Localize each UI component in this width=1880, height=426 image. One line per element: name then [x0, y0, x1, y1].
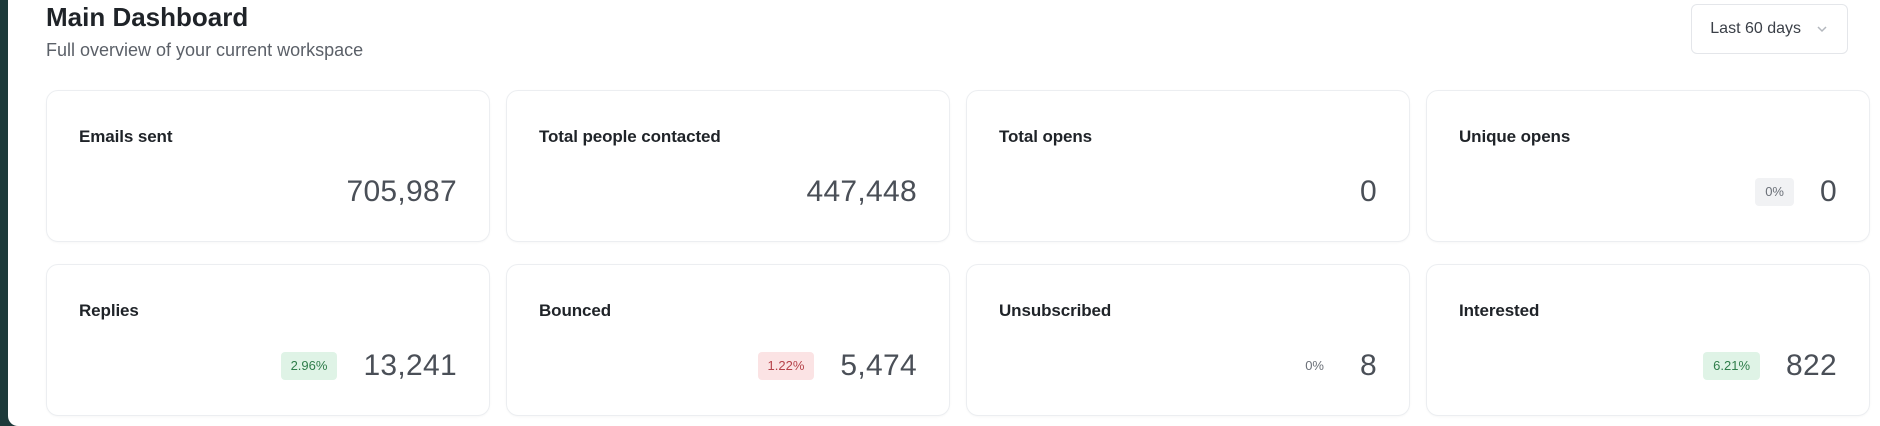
- stat-percent-badge: 0%: [1305, 358, 1324, 373]
- stat-label: Emails sent: [79, 127, 173, 146]
- stat-value: 705,987: [346, 175, 457, 208]
- stat-value: 5,474: [840, 349, 917, 382]
- stat-label: Total people contacted: [539, 127, 721, 146]
- stat-value: 13,241: [363, 349, 457, 382]
- stat-label: Unique opens: [1459, 127, 1571, 146]
- stat-card-interested: Interested 6.21% 822: [1426, 264, 1870, 416]
- dashboard-panel: Main Dashboard Full overview of your cur…: [8, 0, 1880, 426]
- stat-card-total-opens: Total opens 0: [966, 90, 1410, 242]
- stat-card-unsubscribed: Unsubscribed 0% 8: [966, 264, 1410, 416]
- stat-card-replies: Replies 2.96% 13,241: [46, 264, 490, 416]
- stat-percent-badge: 1.22%: [757, 352, 815, 380]
- stat-value: 822: [1786, 349, 1837, 382]
- stat-percent-badge: 2.96%: [280, 352, 338, 380]
- date-range-value: Last 60 days: [1710, 20, 1801, 37]
- stat-percent-badge: 0%: [1755, 178, 1794, 206]
- date-range-select[interactable]: Last 60 days: [1691, 4, 1848, 54]
- stat-value: 447,448: [806, 175, 917, 208]
- stat-label: Total opens: [999, 127, 1093, 146]
- stat-card-emails-sent: Emails sent 705,987: [46, 90, 490, 242]
- stat-percent-badge: 6.21%: [1703, 352, 1761, 380]
- stat-value: 0: [1360, 175, 1377, 208]
- stats-grid: Emails sent 705,987 Total people contact…: [46, 90, 1870, 416]
- stat-value: 8: [1360, 349, 1377, 382]
- chevron-down-icon: [1815, 22, 1829, 36]
- stat-value: 0: [1820, 175, 1837, 208]
- stat-label: Interested: [1459, 301, 1540, 320]
- page-subtitle: Full overview of your current workspace: [46, 40, 364, 60]
- page-title: Main Dashboard: [46, 2, 249, 32]
- stat-label: Bounced: [539, 301, 612, 320]
- stat-label: Unsubscribed: [999, 301, 1112, 320]
- stat-card-bounced: Bounced 1.22% 5,474: [506, 264, 950, 416]
- dashboard-header: Main Dashboard Full overview of your cur…: [46, 0, 1856, 80]
- stat-label: Replies: [79, 301, 139, 320]
- stat-card-total-people-contacted: Total people contacted 447,448: [506, 90, 950, 242]
- stat-card-unique-opens: Unique opens 0% 0: [1426, 90, 1870, 242]
